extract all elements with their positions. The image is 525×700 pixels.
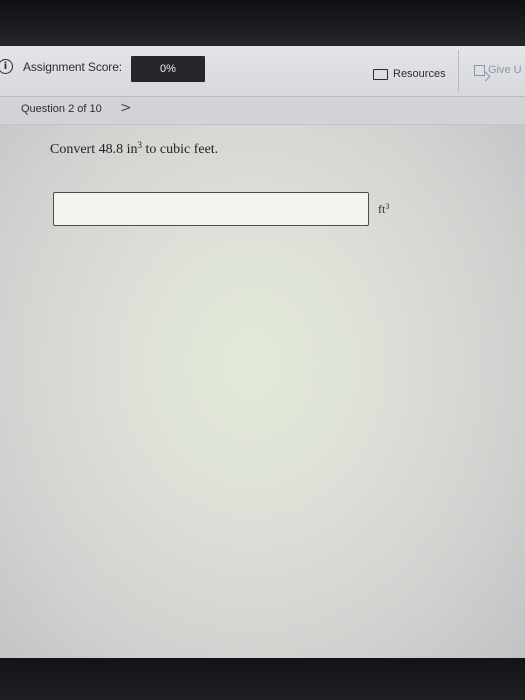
question-counter[interactable]: Question 2 of 10 — [21, 103, 102, 115]
answer-unit-exponent: 3 — [385, 202, 390, 211]
assignment-score-label: Assignment Score: — [23, 60, 123, 74]
chevron-right-icon[interactable]: > — [120, 100, 132, 116]
info-icon[interactable]: i — [0, 59, 13, 74]
answer-input[interactable] — [53, 192, 369, 226]
question-prompt: Convert 48.8 in3 to cubic feet. — [50, 141, 219, 158]
question-text-after: to cubic feet. — [142, 142, 219, 157]
screen-bezel-top — [0, 0, 525, 46]
give-up-button[interactable]: Give U — [474, 64, 522, 76]
give-up-label: Give U — [488, 64, 522, 76]
assignment-score-value: 0% — [131, 56, 205, 82]
resources-button[interactable]: Resources — [366, 60, 446, 88]
resources-label: Resources — [393, 68, 446, 80]
header-divider — [458, 50, 459, 92]
assignment-app: i Assignment Score: 0% Resources Give U … — [0, 46, 525, 658]
question-text-before: Convert 48.8 in — [50, 142, 138, 157]
question-navigation: Question 2 of 10 > — [0, 97, 525, 125]
give-up-icon — [474, 64, 485, 76]
folder-icon — [373, 68, 388, 80]
answer-unit: ft3 — [378, 202, 389, 217]
device-screen: i Assignment Score: 0% Resources Give U … — [0, 0, 525, 700]
screen-bezel-bottom — [0, 658, 525, 700]
assignment-header: i Assignment Score: 0% Resources Give U — [0, 46, 525, 97]
